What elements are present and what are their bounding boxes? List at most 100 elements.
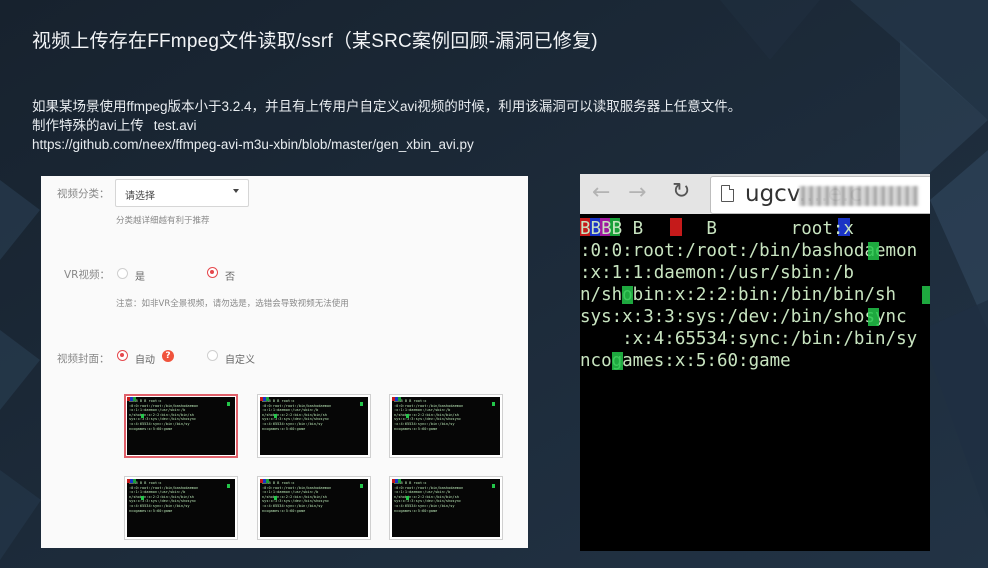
thumbnail-line: :x:4:65534:sync:/bin:/bin/sy bbox=[394, 422, 455, 426]
chevron-down-icon bbox=[233, 189, 239, 193]
thumbnail-color-mark bbox=[406, 414, 409, 418]
page-icon bbox=[721, 185, 734, 202]
cursor-highlight bbox=[868, 308, 879, 326]
back-icon[interactable]: ← bbox=[592, 180, 610, 205]
thumbnail-line: :0:0:root:/root:/bin/bashodaemon bbox=[394, 485, 464, 490]
cursor-highlight bbox=[922, 286, 930, 304]
cover-option-auto: 自动 bbox=[135, 355, 155, 366]
thumbnail-line: n/shobin:x:2:2:bin:/bin/bin/sh bbox=[129, 494, 194, 499]
cover-thumbnail[interactable]: BBBB B B root:x:0:0:root:/root:/bin/bash… bbox=[389, 476, 503, 540]
cursor-highlight bbox=[868, 242, 879, 260]
slide-title: 视频上传存在FFmpeg文件读取/ssrf（某SRC案例回顾-漏洞已修复) bbox=[32, 31, 598, 52]
thumbnail-line: :x:1:1:daemon:/usr/sbin:/b bbox=[262, 490, 319, 495]
file-name: test.avi bbox=[153, 118, 197, 133]
vr-label: VR视频： bbox=[64, 269, 110, 281]
thumbnail-color-mark bbox=[398, 479, 401, 483]
thumbnail-line: :x:4:65534:sync:/bin:/bin/sy bbox=[394, 504, 455, 508]
thumbnail-line: ncogames:x:5:60:game bbox=[262, 508, 306, 513]
thumbnail-line: :x:1:1:daemon:/usr/sbin:/b bbox=[129, 490, 186, 495]
help-icon[interactable]: ? bbox=[162, 350, 174, 362]
thumbnail-line: sys:x:3:3:sys:/dev:/bin/shosync bbox=[262, 417, 330, 422]
reload-icon[interactable]: ↻ bbox=[672, 179, 690, 204]
category-hint: 分类越详细越有利于推荐 bbox=[116, 216, 210, 226]
thumbnail-line: sys:x:3:3:sys:/dev:/bin/shosync bbox=[394, 499, 462, 504]
terminal-line: :x:1:1:daemon:/usr/sbin:/b bbox=[580, 263, 854, 283]
thumbnail-color-mark bbox=[274, 496, 277, 500]
thumbnail-line: :0:0:root:/root:/bin/bashodaemon bbox=[394, 403, 464, 408]
category-select[interactable]: 请选择 bbox=[115, 179, 249, 207]
forward-icon[interactable]: → bbox=[628, 180, 646, 205]
vr-option-no: 否 bbox=[225, 272, 235, 283]
thumbnail-line: :0:0:root:/root:/bin/bashodaemon bbox=[262, 403, 332, 408]
thumbnail-color-mark bbox=[133, 397, 136, 401]
thumbnail-color-mark bbox=[492, 402, 495, 406]
cover-thumbnail[interactable]: BBBB B B root:x:0:0:root:/root:/bin/bash… bbox=[257, 394, 371, 458]
thumbnail-line: ncogames:x:5:60:game bbox=[129, 426, 173, 431]
thumbnail-line: :x:4:65534:sync:/bin:/bin/sy bbox=[262, 504, 323, 508]
cover-radio-auto[interactable] bbox=[117, 350, 128, 361]
thumbnail-line: sys:x:3:3:sys:/dev:/bin/shosync bbox=[394, 417, 462, 422]
thumbnail-color-mark bbox=[274, 414, 277, 418]
thumbnail-color-mark bbox=[227, 484, 230, 488]
thumbnail-line: :x:4:65534:sync:/bin:/bin/sy bbox=[262, 422, 323, 426]
thumbnail-color-mark bbox=[266, 479, 269, 483]
vr-radio-no[interactable] bbox=[207, 267, 218, 278]
thumbnail-color-mark bbox=[141, 414, 144, 418]
description: 如果某场景使用ffmpeg版本小于3.2.4，并且有上传用户自定义avi视频的时… bbox=[32, 97, 741, 154]
thumbnail-line: n/shobin:x:2:2:bin:/bin/bin/sh bbox=[394, 494, 459, 499]
terminal-line: :x:4:65534:sync:/bin:/bin/sy bbox=[580, 329, 918, 349]
thumbnail-line: ncogames:x:5:60:game bbox=[262, 426, 306, 431]
cover-label: 视频封面： bbox=[57, 353, 110, 365]
thumbnail-line: n/shobin:x:2:2:bin:/bin/bin/sh bbox=[129, 412, 194, 417]
browser-toolbar: ← → ↻ ugcv....e.c bbox=[580, 174, 930, 214]
cover-radio-custom[interactable] bbox=[207, 350, 218, 361]
description-text: 制作特殊的avi上传 bbox=[32, 118, 144, 133]
cover-thumbnail[interactable]: BBBB B B root:x:0:0:root:/root:/bin/bash… bbox=[389, 394, 503, 458]
thumbnail-line: ncogames:x:5:60:game bbox=[394, 426, 438, 431]
thumbnail-line: n/shobin:x:2:2:bin:/bin/bin/sh bbox=[262, 494, 327, 499]
url-redaction bbox=[799, 186, 919, 206]
cover-thumbnail[interactable]: BBBB B B root:x:0:0:root:/root:/bin/bash… bbox=[124, 394, 238, 458]
cursor-highlight bbox=[622, 286, 633, 304]
thumbnail-line: n/shobin:x:2:2:bin:/bin/bin/sh bbox=[394, 412, 459, 417]
vr-hint: 注意：如非VR全景视频，请勿选是，选错会导致视频无法使用 bbox=[116, 299, 349, 309]
thumbnail-color-mark bbox=[398, 397, 401, 401]
cursor-highlight bbox=[612, 352, 623, 370]
thumbnail-color-mark bbox=[133, 479, 136, 483]
vr-option-yes: 是 bbox=[135, 272, 145, 283]
thumbnail-line: :x:1:1:daemon:/usr/sbin:/b bbox=[262, 408, 319, 413]
thumbnail-terminal-image: BBBB B B root:x:0:0:root:/root:/bin/bash… bbox=[260, 479, 368, 537]
thumbnail-color-mark bbox=[266, 397, 269, 401]
terminal-line: sys:x:3:3:sys:/dev:/bin/shosync bbox=[580, 307, 907, 327]
thumbnail-line: :0:0:root:/root:/bin/bashodaemon bbox=[129, 403, 199, 408]
description-line-2: 制作特殊的avi上传 test.avi bbox=[32, 116, 741, 135]
thumbnail-line: :0:0:root:/root:/bin/bashodaemon bbox=[262, 485, 332, 490]
category-label: 视频分类： bbox=[57, 188, 110, 200]
thumbnail-terminal-image: BBBB B B root:x:0:0:root:/root:/bin/bash… bbox=[127, 397, 235, 455]
thumbnail-color-mark bbox=[492, 484, 495, 488]
thumbnail-line: :x:1:1:daemon:/usr/sbin:/b bbox=[129, 408, 186, 413]
cover-thumbnail[interactable]: BBBB B B root:x:0:0:root:/root:/bin/bash… bbox=[257, 476, 371, 540]
browser-screenshot: ← → ↻ ugcv....e.c BBBB B B root:x :0:0:r… bbox=[580, 174, 930, 551]
thumbnail-line: n/shobin:x:2:2:bin:/bin/bin/sh bbox=[262, 412, 327, 417]
github-link[interactable]: https://github.com/neex/ffmpeg-avi-m3u-x… bbox=[32, 135, 741, 154]
vr-radio-yes[interactable] bbox=[117, 268, 128, 279]
upload-form-screenshot: 视频分类： 请选择 分类越详细越有利于推荐 VR视频： 是 否 注意：如非VR全… bbox=[41, 176, 528, 548]
thumbnail-line: sys:x:3:3:sys:/dev:/bin/shosync bbox=[129, 499, 197, 504]
thumbnail-line: sys:x:3:3:sys:/dev:/bin/shosync bbox=[262, 499, 330, 504]
thumbnail-color-mark bbox=[227, 402, 230, 406]
thumbnail-line: :x:1:1:daemon:/usr/sbin:/b bbox=[394, 490, 451, 495]
terminal-line: BBBB B B root:x bbox=[580, 219, 854, 239]
thumbnail-terminal-image: BBBB B B root:x:0:0:root:/root:/bin/bash… bbox=[260, 397, 368, 455]
thumbnail-line: ncogames:x:5:60:game bbox=[129, 508, 173, 513]
description-line-1: 如果某场景使用ffmpeg版本小于3.2.4，并且有上传用户自定义avi视频的时… bbox=[32, 99, 742, 114]
thumbnail-color-mark bbox=[406, 496, 409, 500]
thumbnail-terminal-image: BBBB B B root:x:0:0:root:/root:/bin/bash… bbox=[127, 479, 235, 537]
thumbnail-line: sys:x:3:3:sys:/dev:/bin/shosync bbox=[129, 417, 197, 422]
thumbnail-color-mark bbox=[360, 484, 363, 488]
cover-thumbnail[interactable]: BBBB B B root:x:0:0:root:/root:/bin/bash… bbox=[124, 476, 238, 540]
thumbnail-color-mark bbox=[141, 496, 144, 500]
thumbnail-line: :x:1:1:daemon:/usr/sbin:/b bbox=[394, 408, 451, 413]
thumbnail-line: :x:4:65534:sync:/bin:/bin/sy bbox=[129, 504, 190, 508]
address-bar[interactable]: ugcv....e.c bbox=[710, 176, 930, 214]
